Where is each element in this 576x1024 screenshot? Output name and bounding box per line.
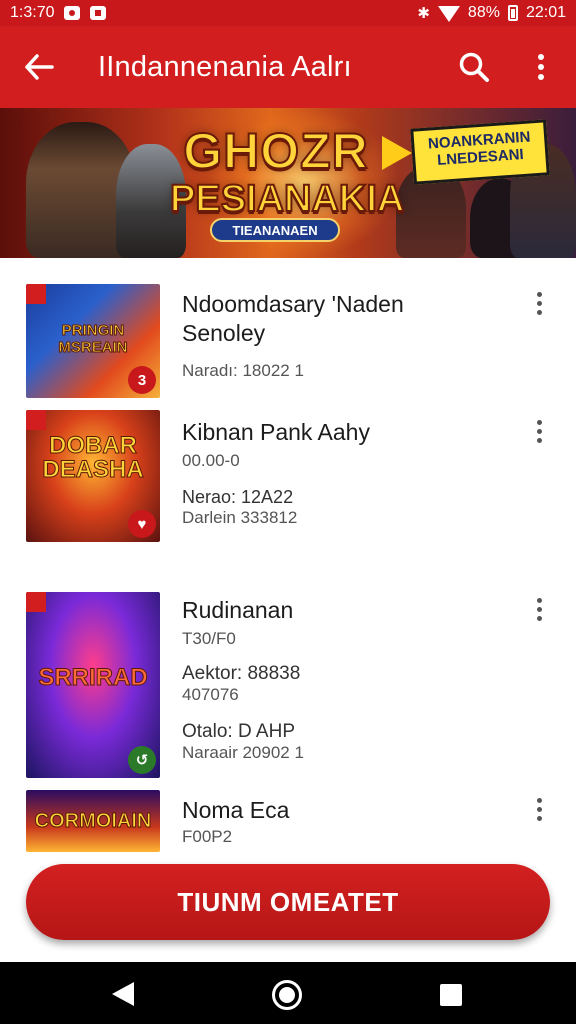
- banner-subtitle: TIEANANAEN: [210, 218, 340, 242]
- search-icon: [459, 52, 489, 82]
- more-vert-icon: [536, 291, 542, 315]
- corner-flag-icon: [26, 410, 46, 430]
- content-list: PRINGIN MSREAIN 3 Ndoomdasary 'Naden Sen…: [0, 258, 576, 854]
- more-vert-icon: [536, 797, 542, 821]
- item-title: Kibnan Pank Aahy: [182, 419, 370, 445]
- battery-icon: [507, 5, 518, 21]
- item-thumbnail[interactable]: CORMOIAIN: [26, 790, 160, 852]
- back-arrow-icon: [25, 54, 54, 80]
- square-icon: [90, 6, 107, 20]
- primary-cta-button[interactable]: TIUNM OMEATET: [26, 864, 550, 940]
- more-vert-icon: [536, 597, 542, 621]
- banner-title-line1: GHOZR: [182, 123, 369, 179]
- item-title: Rudinanan: [182, 597, 294, 623]
- item-meta: 407076: [182, 684, 239, 704]
- status-clock-right: 22:01: [525, 4, 566, 21]
- recents-square-icon[interactable]: [440, 984, 462, 1006]
- item-meta: Otalo: D AHP: [182, 720, 295, 742]
- dot-square-icon: [64, 6, 81, 20]
- bluetooth-icon: ✱: [417, 5, 430, 22]
- thumb-title: CORMOIAIN: [34, 810, 152, 833]
- item-meta: Aektor: 88838: [182, 662, 301, 684]
- cta-container: TIUNM OMEATET: [0, 854, 576, 962]
- banner-tag: NOANKRANIN LNEDESANI: [410, 119, 550, 185]
- search-button[interactable]: [448, 43, 500, 91]
- item-meta: Naraair 20902 1: [182, 742, 304, 762]
- thumb-title: SRRIRAD: [38, 664, 148, 692]
- item-thumbnail[interactable]: DOBAR DEASHA ♥: [26, 410, 160, 542]
- refresh-badge-icon: ↺: [128, 746, 156, 774]
- item-meta: 00.00-0: [182, 450, 240, 470]
- list-item[interactable]: Rudinanan T30/F0 Aektor: 88838 407076 Ot…: [182, 596, 512, 763]
- item-meta: T30/F0: [182, 628, 236, 648]
- count-badge: 3: [128, 366, 156, 394]
- item-overflow-button[interactable]: [526, 288, 552, 318]
- item-thumbnail[interactable]: PRINGIN MSREAIN 3: [26, 284, 160, 398]
- item-overflow-button[interactable]: [526, 416, 552, 446]
- page-title: IIndannenania Aalrı: [98, 50, 352, 83]
- battery-percent: 88%: [467, 4, 500, 21]
- item-meta: Naradı: 18022 1: [182, 361, 304, 381]
- corner-flag-icon: [26, 284, 46, 304]
- corner-flag-icon: [26, 592, 46, 612]
- status-bar: 1:3:70 ✱ 88% 22:01: [0, 0, 576, 26]
- list-item[interactable]: Kibnan Pank Aahy 00.00-0 Nerao: 12A22 Da…: [182, 418, 512, 528]
- status-time: 1:3:70: [10, 4, 55, 21]
- list-item[interactable]: Noma Eca F00P2: [182, 796, 512, 847]
- play-arrow-icon: [382, 136, 412, 170]
- banner-title: GHOZR PESIANAKIA: [169, 123, 405, 220]
- item-title: Ndoomdasary 'Naden: [182, 291, 404, 317]
- back-button[interactable]: [0, 26, 78, 108]
- item-meta: F00P2: [182, 826, 233, 846]
- thumb-title: PRINGIN MSREAIN: [58, 322, 128, 357]
- heart-badge-icon: ♥: [128, 510, 156, 538]
- item-meta: Nerao: 12A22: [182, 486, 294, 507]
- item-overflow-button[interactable]: [526, 594, 552, 624]
- list-item[interactable]: Ndoomdasary 'Naden Senoley Naradı: 18022…: [182, 290, 512, 381]
- home-circle-icon[interactable]: [272, 980, 302, 1010]
- banner-title-line2: PESIANAKIA: [169, 178, 405, 220]
- back-triangle-icon[interactable]: [112, 982, 134, 1006]
- item-title: Noma Eca: [182, 797, 290, 823]
- item-title-line2: Senoley: [182, 319, 266, 346]
- system-nav-bar: [0, 962, 576, 1024]
- wifi-icon: [437, 6, 460, 22]
- item-overflow-button[interactable]: [526, 794, 552, 824]
- app-bar: IIndannenania Aalrı: [0, 26, 576, 108]
- more-options-button[interactable]: [518, 43, 564, 91]
- more-vert-icon: [538, 54, 544, 80]
- item-meta: Darlein 333812: [182, 507, 298, 527]
- item-thumbnail[interactable]: SRRIRAD ↺: [26, 592, 160, 778]
- promo-banner[interactable]: GHOZR PESIANAKIA TIEANANAEN NOANKRANIN L…: [0, 108, 576, 258]
- more-vert-icon: [536, 419, 542, 443]
- thumb-title: DOBAR DEASHA: [42, 432, 144, 483]
